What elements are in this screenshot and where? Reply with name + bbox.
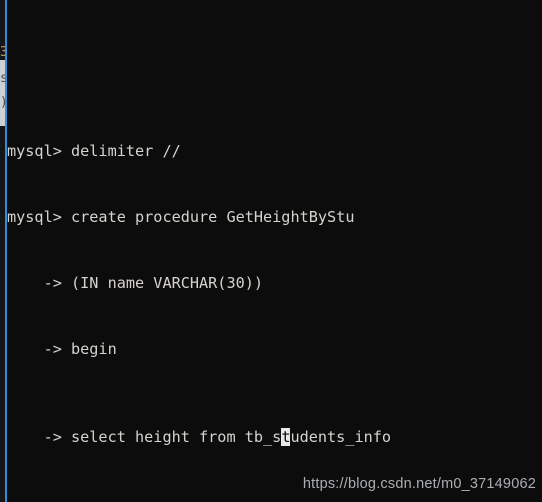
terminal-line-clipped: -> [7, 70, 542, 74]
terminal-line-parameters: -> (IN name VARCHAR(30)) [7, 274, 264, 292]
terminal-line-create-procedure: mysql> create procedure GetHeightByStu [7, 208, 355, 226]
terminal-window: 3 s ) -> mysql> delimiter // mysql> crea… [0, 0, 542, 502]
terminal-line-select-before-cursor: -> select height from tb_s [7, 428, 282, 446]
terminal-line-delimiter-open: mysql> delimiter // [7, 142, 181, 160]
terminal-line-select-after-cursor: udents_info [290, 428, 392, 446]
terminal-line-clipped-text: -> [7, 70, 542, 74]
terminal-line-begin: -> begin [7, 340, 117, 358]
terminal-line-select: -> select height from tb_students_info [7, 426, 542, 448]
csdn-watermark: https://blog.csdn.net/m0_37149062 [302, 476, 536, 492]
terminal-output[interactable]: -> mysql> delimiter // mysql> create pro… [7, 0, 542, 502]
